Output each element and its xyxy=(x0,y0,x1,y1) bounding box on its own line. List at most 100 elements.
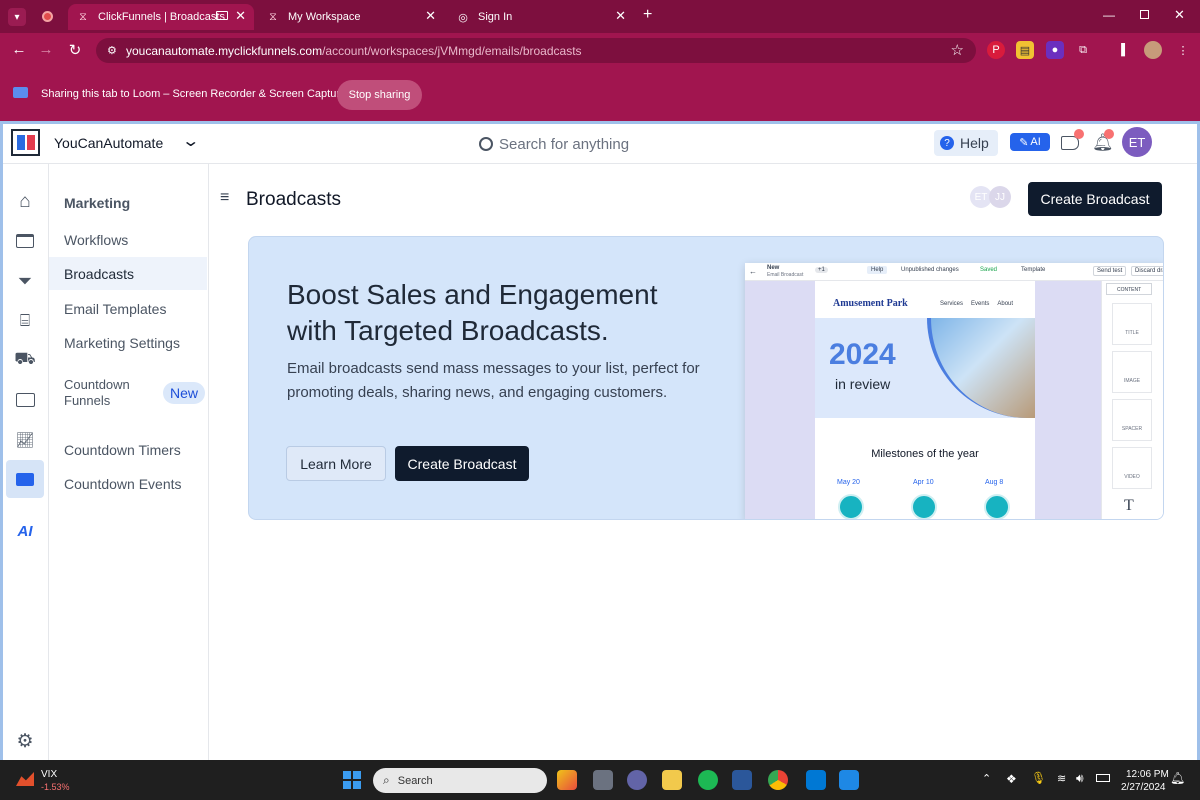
clock-date[interactable]: 2/27/2024 xyxy=(1121,782,1166,793)
chevron-down-icon[interactable]: ⌄ xyxy=(181,131,200,151)
clock-time[interactable]: 12:06 PM xyxy=(1126,769,1169,780)
spotify-icon[interactable] xyxy=(698,770,718,790)
funnel-icon[interactable]: ⏷ xyxy=(11,267,39,295)
settings-gear-icon[interactable]: ⚙ xyxy=(11,727,39,755)
profile-avatar-icon[interactable] xyxy=(1144,41,1162,59)
help-label: Help xyxy=(960,135,989,151)
preview-canvas-right xyxy=(1035,281,1101,519)
side-panel-icon[interactable]: ▌ xyxy=(1116,41,1134,59)
pinterest-extension-icon[interactable]: P xyxy=(987,41,1005,59)
close-tab-icon[interactable]: ✕ xyxy=(425,8,436,24)
preview-help: Help xyxy=(867,266,888,274)
search-bar[interactable]: Search for anything xyxy=(479,132,679,156)
microphone-icon[interactable]: 🎙︎ xyxy=(1031,771,1046,785)
icon-rail: ⌂ ⏷ ⌸ ⛟ 📈︎ AI ⚙ xyxy=(3,164,49,760)
home-icon[interactable]: ⌂ xyxy=(11,188,39,216)
windows-start-icon[interactable] xyxy=(343,771,361,789)
preview-blocks-panel: CONTENT TITLE IMAGE SPACER VIDEO T xyxy=(1101,281,1163,519)
screen-share-icon xyxy=(216,11,228,20)
preview-unpublished: Unpublished changes xyxy=(901,267,959,273)
back-icon[interactable]: ← xyxy=(10,41,28,58)
calendar-app-icon[interactable] xyxy=(839,770,859,790)
reload-icon[interactable]: ↻ xyxy=(66,41,84,59)
sidebar-item-workflows[interactable]: Workflows xyxy=(49,223,207,256)
wifi-icon[interactable]: ≋ xyxy=(1057,772,1066,785)
address-bar[interactable]: ⚙ youcanautomate.myclickfunnels.com/acco… xyxy=(96,38,976,63)
extensions-puzzle-icon[interactable]: ⧉ xyxy=(1074,41,1092,59)
task-view-icon[interactable] xyxy=(593,770,613,790)
search-icon: ⌕ xyxy=(383,773,390,787)
tray-overflow-icon[interactable]: ⌃ xyxy=(982,772,991,785)
user-avatar[interactable]: ET xyxy=(1122,127,1152,157)
milestone-dot xyxy=(911,494,937,519)
outlook-icon[interactable] xyxy=(806,770,826,790)
word-icon[interactable] xyxy=(732,770,752,790)
preview-content-tab: CONTENT xyxy=(1106,283,1152,295)
ai-logo-icon[interactable]: AI xyxy=(11,517,39,545)
globe-icon: ◎ xyxy=(458,11,468,24)
bookmark-star-icon[interactable]: ☆ xyxy=(951,41,964,59)
notes-extension-icon[interactable]: ▤ xyxy=(1016,41,1034,59)
browser-toolbar: ← → ↻ ⚙ youcanautomate.myclickfunnels.co… xyxy=(0,33,1200,67)
site-info-icon[interactable]: ⚙ xyxy=(107,44,117,57)
marketing-submenu: Marketing Workflows Broadcasts Email Tem… xyxy=(49,164,209,760)
battery-icon[interactable] xyxy=(1096,774,1110,782)
stop-sharing-button[interactable]: Stop sharing xyxy=(337,80,422,110)
restore-icon[interactable] xyxy=(1140,10,1149,19)
marketing-mail-icon[interactable] xyxy=(6,460,44,498)
dropbox-icon[interactable]: ❖ xyxy=(1006,772,1017,786)
store-icon[interactable]: ⌸ xyxy=(11,307,39,335)
clickfunnels-icon: ⧖ xyxy=(269,10,277,23)
preview-nav: Services Events About xyxy=(940,301,1014,307)
notification-dot xyxy=(1074,129,1084,139)
sidebar-item-countdown-timers[interactable]: Countdown Timers xyxy=(49,433,207,466)
create-broadcast-button[interactable]: Create Broadcast xyxy=(1028,182,1162,216)
widgets-icon[interactable] xyxy=(557,770,577,790)
close-tab-icon[interactable]: ✕ xyxy=(615,8,626,24)
preview-template: Template xyxy=(1021,267,1046,273)
workspace-name[interactable]: YouCanAutomate xyxy=(54,135,163,151)
close-window-icon[interactable]: ✕ xyxy=(1174,7,1185,23)
ai-label: AI xyxy=(1030,136,1041,148)
extension-badge-icon[interactable]: ● xyxy=(1046,41,1064,59)
sidebar-item-marketing-settings[interactable]: Marketing Settings xyxy=(49,326,207,359)
chat-icon[interactable] xyxy=(627,770,647,790)
sidebar-item-email-templates[interactable]: Email Templates xyxy=(49,292,207,325)
hero-create-broadcast-button[interactable]: Create Broadcast xyxy=(395,446,529,481)
block-video-icon: VIDEO xyxy=(1112,447,1152,489)
contacts-icon[interactable] xyxy=(11,386,39,414)
notifications-bell-icon[interactable]: 🔔︎ xyxy=(1170,771,1185,785)
help-button[interactable]: ? Help xyxy=(934,130,998,156)
clickfunnels-logo[interactable] xyxy=(11,129,40,156)
volume-icon[interactable]: 🔊︎ xyxy=(1076,771,1084,786)
page-title: Broadcasts xyxy=(246,189,342,210)
learn-more-button[interactable]: Learn More xyxy=(286,446,386,481)
submenu-title: Marketing xyxy=(64,195,131,211)
ai-button[interactable]: ✎ AI xyxy=(1010,133,1050,151)
tab-clickfunnels[interactable]: ⧖ ClickFunnels | Broadcasts ✕ xyxy=(68,4,254,30)
hamburger-menu-icon[interactable]: ≡ xyxy=(220,189,229,207)
url-path: /account/workspaces/jVMmgd/emails/broadc… xyxy=(322,43,582,58)
tab-search-button[interactable]: ▾ xyxy=(8,8,26,26)
sidebar-item-broadcasts[interactable]: Broadcasts xyxy=(49,257,207,290)
clickfunnels-icon: ⧖ xyxy=(79,10,87,23)
tab-sign-in[interactable]: ◎ Sign In ✕ xyxy=(448,4,634,30)
analytics-icon[interactable]: 📈︎ xyxy=(11,426,39,454)
browser-window-icon[interactable] xyxy=(11,227,39,255)
forward-icon[interactable]: → xyxy=(37,41,55,58)
sidebar-item-countdown-events[interactable]: Countdown Events xyxy=(49,467,207,500)
preview-milestone-date: Apr 10 xyxy=(913,479,934,486)
chrome-icon[interactable] xyxy=(768,770,788,790)
taskbar-search[interactable]: ⌕ Search xyxy=(373,768,547,793)
hero-heading: Boost Sales and Engagement with Targeted… xyxy=(287,279,658,346)
preview-email: Amusement Park Services Events About 2024 … xyxy=(815,289,1035,519)
file-explorer-icon[interactable] xyxy=(662,770,682,790)
new-tab-icon[interactable]: + xyxy=(643,6,652,24)
preview-discard: Discard draft xyxy=(1131,266,1163,276)
browser-menu-icon[interactable]: ⋮ xyxy=(1174,41,1192,59)
tab-my-workspace[interactable]: ⧖ My Workspace ✕ xyxy=(258,4,444,30)
cart-icon[interactable]: ⛟ xyxy=(11,346,39,374)
stock-chart-icon[interactable] xyxy=(16,772,34,786)
close-tab-icon[interactable]: ✕ xyxy=(235,8,246,24)
minimize-icon[interactable]: — xyxy=(1103,8,1115,22)
